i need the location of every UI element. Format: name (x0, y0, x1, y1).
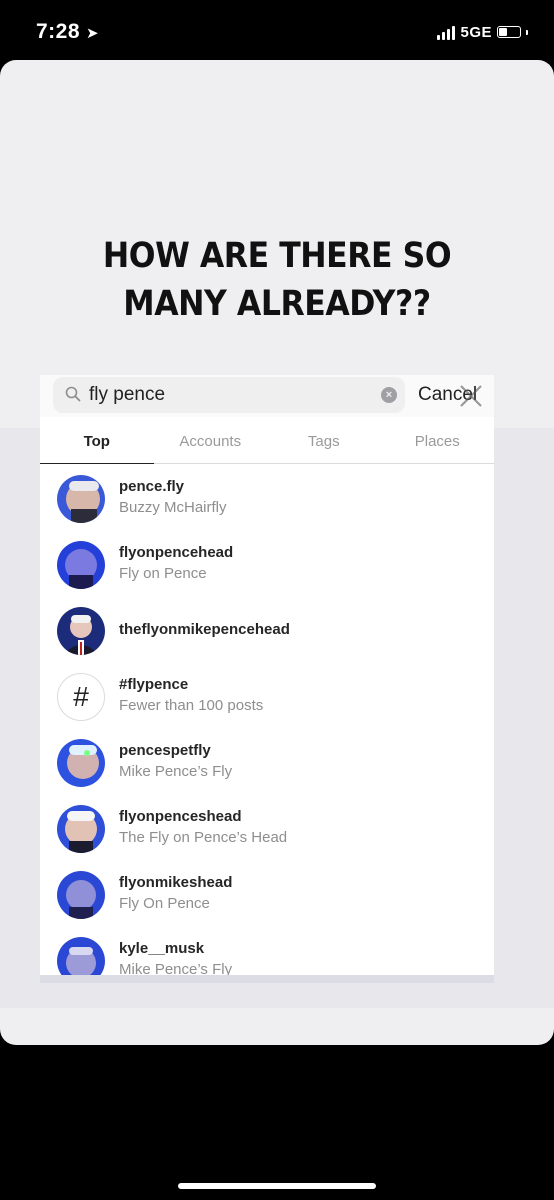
avatar (57, 805, 105, 853)
tab-tags[interactable]: Tags (267, 423, 381, 463)
search-row: × Cancel (40, 375, 494, 417)
embedded-search-screenshot: × Cancel Top Accounts Tags Places pence.… (40, 375, 494, 983)
battery-icon (497, 26, 521, 38)
avatar (57, 607, 105, 655)
location-arrow-icon: ➤ (86, 25, 100, 42)
avatar (57, 739, 105, 787)
headline-line-2: MANY ALREADY?? (123, 284, 431, 324)
status-time: 7:28 ➤ (36, 20, 99, 44)
search-tabs: Top Accounts Tags Places (40, 423, 494, 464)
search-box[interactable]: × (53, 377, 405, 413)
clear-search-icon[interactable]: × (381, 387, 397, 403)
avatar (57, 541, 105, 589)
story-headline: HOW ARE THERE SO MANY ALREADY?? (28, 232, 527, 328)
result-name: theflyonmikepencehead (119, 621, 290, 638)
avatar (57, 871, 105, 919)
result-subtitle: Mike Pence’s Fly (119, 763, 233, 780)
story-card[interactable]: HOW ARE THERE SO MANY ALREADY?? × Cancel… (0, 60, 554, 1045)
result-subtitle: The Fly on Pence’s Head (119, 829, 288, 846)
list-item[interactable]: pence.fly Buzzy McHairfly (40, 469, 494, 529)
search-icon (65, 386, 81, 402)
result-subtitle: Fewer than 100 posts (119, 697, 264, 714)
hashtag-icon: # (57, 673, 105, 721)
list-item[interactable]: flyonpencehead Fly on Pence (40, 535, 494, 595)
list-item[interactable]: flyonpenceshead The Fly on Pence’s Head (40, 799, 494, 859)
avatar (57, 475, 105, 523)
list-item[interactable]: pencespetfly Mike Pence’s Fly (40, 733, 494, 793)
clock: 7:28 (36, 20, 81, 43)
result-subtitle: Fly on Pence (119, 565, 207, 582)
cellular-signal-icon (437, 24, 456, 40)
tab-places[interactable]: Places (381, 423, 495, 463)
result-name: #flypence (119, 676, 189, 693)
result-subtitle: Fly On Pence (119, 895, 210, 912)
headline-line-1: HOW ARE THERE SO (102, 236, 452, 276)
network-type: 5GE (460, 23, 492, 41)
result-name: flyonpenceshead (119, 808, 242, 825)
status-bar: 7:28 ➤ 5GE (0, 0, 554, 62)
list-item[interactable]: flyonmikeshead Fly On Pence (40, 865, 494, 925)
close-icon[interactable] (456, 381, 486, 411)
tab-accounts[interactable]: Accounts (154, 423, 268, 463)
result-name: pencespetfly (119, 742, 211, 759)
list-item[interactable]: # #flypence Fewer than 100 posts (40, 667, 494, 727)
result-name: flyonmikeshead (119, 874, 233, 891)
result-name: flyonpencehead (119, 544, 234, 561)
home-indicator[interactable] (178, 1183, 376, 1189)
list-item[interactable]: theflyonmikepencehead (40, 601, 494, 661)
status-indicators: 5GE (437, 22, 528, 42)
result-name: pence.fly (119, 478, 185, 495)
tab-top[interactable]: Top (40, 423, 154, 464)
result-subtitle: Buzzy McHairfly (119, 499, 227, 516)
search-input[interactable] (89, 377, 369, 413)
screenshot-bottom-edge (40, 975, 494, 983)
result-name: kyle__musk (119, 940, 205, 957)
